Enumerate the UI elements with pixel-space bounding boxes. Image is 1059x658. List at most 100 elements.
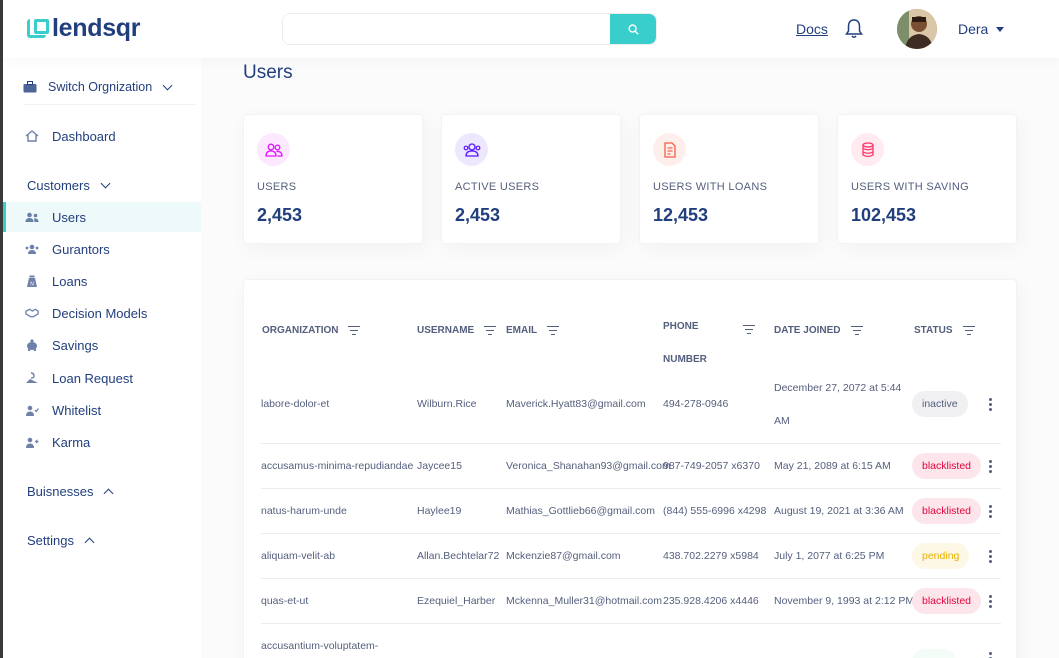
divider xyxy=(23,104,195,105)
docs-link[interactable]: Docs xyxy=(796,21,828,37)
sidebar-item-dashboard[interactable]: Dashboard xyxy=(3,121,201,151)
stat-card-users-with-saving: USERS WITH SAVING 102,453 xyxy=(837,114,1017,244)
cell-date-joined: August 19, 2021 at 3:36 AM xyxy=(774,505,904,517)
column-header-phone-number[interactable]: PHONE NUMBER xyxy=(663,310,707,376)
search-bar xyxy=(282,13,657,45)
cell-organization: accusamus-minima-repudiandae xyxy=(261,460,414,472)
stat-card-active-users: ACTIVE USERS 2,453 xyxy=(441,114,621,244)
row-divider xyxy=(261,533,1001,534)
loans-icon: N xyxy=(25,274,39,288)
brand-name: lendsqr xyxy=(52,14,141,42)
cell-organization: quas-et-ut xyxy=(261,595,309,607)
search-input[interactable] xyxy=(283,14,610,44)
cell-email: Mathias_Gottlieb66@gmail.com xyxy=(506,505,655,517)
sidebar-item-loan-request[interactable]: Loan Request xyxy=(3,363,201,393)
row-divider xyxy=(261,623,1001,624)
status-badge xyxy=(912,649,956,658)
cell-date-joined: November 9, 1993 at 2:12 PM xyxy=(774,595,915,607)
loan-request-icon xyxy=(25,371,39,385)
svg-text:N: N xyxy=(30,281,34,287)
karma-icon xyxy=(25,435,39,449)
cell-phone: 235.928.4206 x4446 xyxy=(663,595,759,607)
cell-date-joined: AM xyxy=(774,415,790,427)
filter-icon[interactable] xyxy=(484,326,497,336)
sidebar-section-businesses[interactable]: Buisnesses xyxy=(27,484,114,499)
filter-icon[interactable] xyxy=(962,326,975,336)
status-badge: inactive xyxy=(912,391,968,417)
stat-value: 2,453 xyxy=(257,205,303,225)
cell-phone: 494-278-0946 xyxy=(663,398,729,410)
sidebar-item-whitelist[interactable]: Whitelist xyxy=(3,395,201,425)
section-label: Buisnesses xyxy=(27,484,94,499)
more-options-icon[interactable] xyxy=(989,460,992,475)
stat-value: 102,453 xyxy=(851,205,917,225)
coins-icon xyxy=(851,133,884,166)
sidebar-item-guarantors[interactable]: Gurantors xyxy=(3,234,201,264)
sidebar-item-label: Gurantors xyxy=(52,241,110,257)
avatar[interactable] xyxy=(897,9,937,49)
chevron-up-icon xyxy=(84,537,95,547)
user-name[interactable]: Dera xyxy=(958,21,988,37)
sidebar-section-customers[interactable]: Customers xyxy=(27,178,111,193)
column-header-label: NUMBER xyxy=(663,354,707,365)
chevron-down-icon xyxy=(100,178,111,189)
cell-phone: 987-749-2057 x6370 xyxy=(663,460,760,472)
cell-email: Veronica_Shanahan93@gmail.com xyxy=(506,460,671,472)
logo-icon xyxy=(27,19,49,38)
cell-username: Wilburn.Rice xyxy=(417,398,477,410)
sidebar-item-label: Karma xyxy=(52,434,91,450)
cell-username: Allan.Bechtelar72 xyxy=(417,550,500,562)
loans-doc-icon xyxy=(653,133,686,166)
filter-icon[interactable] xyxy=(547,326,560,336)
sidebar-item-loans[interactable]: N Loans xyxy=(3,266,201,296)
more-options-icon[interactable] xyxy=(989,550,992,565)
switch-organization-dropdown[interactable]: Switch Orgnization xyxy=(23,80,173,94)
notification-bell-icon[interactable] xyxy=(844,18,864,40)
sidebar-item-label: Decision Models xyxy=(52,305,148,321)
stat-label: ACTIVE USERS xyxy=(455,181,540,193)
filter-icon[interactable] xyxy=(850,326,863,336)
cell-organization: aliquam-velit-ab xyxy=(261,550,336,562)
status-badge: blacklisted xyxy=(912,588,982,614)
stat-label: USERS xyxy=(257,181,297,193)
filter-icon[interactable] xyxy=(348,326,361,336)
sidebar-item-karma[interactable]: Karma xyxy=(3,427,201,457)
search-button[interactable] xyxy=(610,14,656,44)
caret-down-icon[interactable] xyxy=(996,27,1004,32)
top-navbar: lendsqr Docs Dera xyxy=(3,0,1059,58)
briefcase-icon xyxy=(23,81,37,93)
sidebar-item-label: Dashboard xyxy=(52,128,116,144)
cell-email: Mckenna_Muller31@hotmail.com xyxy=(506,595,662,607)
sidebar-item-decision-models[interactable]: Decision Models xyxy=(3,298,201,328)
cell-date-joined: July 1, 2077 at 6:25 PM xyxy=(774,550,885,562)
column-header-organization[interactable]: ORGANIZATION xyxy=(262,325,361,336)
more-options-icon[interactable] xyxy=(989,505,992,520)
brand-logo[interactable]: lendsqr xyxy=(27,14,141,43)
sidebar-item-label: Savings xyxy=(52,337,99,353)
home-icon xyxy=(25,129,39,143)
cell-date-joined: May 21, 2089 at 6:15 AM xyxy=(774,460,891,472)
column-header-label: STATUS xyxy=(914,325,953,336)
sidebar-item-label: Users xyxy=(52,209,86,225)
stat-value: 12,453 xyxy=(653,205,709,225)
sidebar-item-savings[interactable]: Savings xyxy=(3,330,201,360)
sidebar-item-users[interactable]: Users xyxy=(3,202,201,232)
row-divider xyxy=(261,443,1001,444)
column-header-username[interactable]: USERNAME xyxy=(417,325,497,336)
more-options-icon[interactable] xyxy=(989,398,992,413)
cell-username: Ezequiel_Harber xyxy=(417,595,496,607)
page-title: Users xyxy=(243,62,293,83)
column-header-email[interactable]: EMAIL xyxy=(506,325,560,336)
chevron-down-icon xyxy=(162,80,173,90)
section-label: Settings xyxy=(27,533,74,548)
more-options-icon[interactable] xyxy=(989,595,992,610)
cell-username: Jaycee15 xyxy=(417,460,462,472)
filter-icon[interactable] xyxy=(743,325,755,335)
users-icon xyxy=(257,133,290,166)
column-header-date-joined[interactable]: DATE JOINED xyxy=(774,325,863,336)
stat-label: USERS WITH LOANS xyxy=(653,181,768,193)
users-icon xyxy=(25,210,39,224)
sidebar-section-settings[interactable]: Settings xyxy=(27,533,95,548)
more-options-icon[interactable] xyxy=(989,652,992,658)
column-header-status[interactable]: STATUS xyxy=(914,325,975,336)
